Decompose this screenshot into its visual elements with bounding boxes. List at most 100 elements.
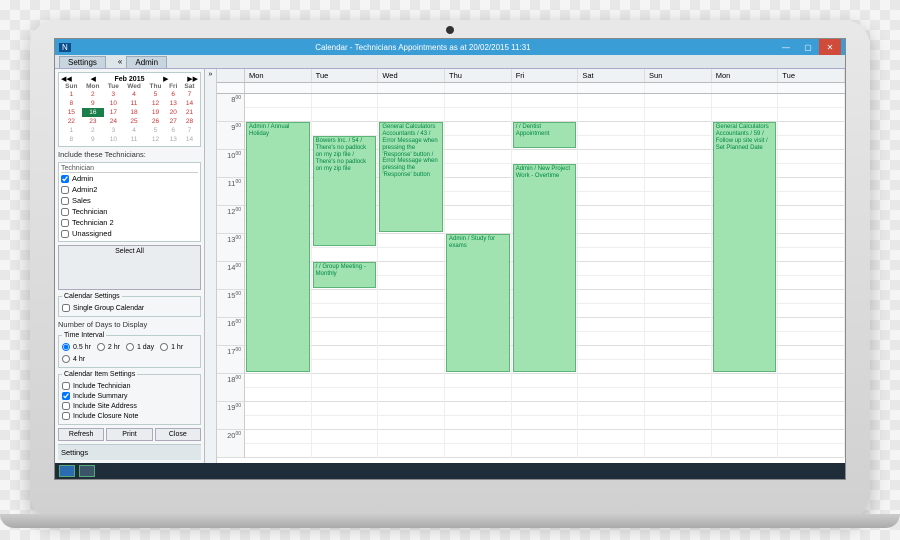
technician-checkbox[interactable]: Technician 2 [61, 217, 198, 228]
mini-cal-day[interactable]: 9 [82, 99, 104, 108]
mini-cal-day[interactable]: 10 [104, 135, 123, 144]
cal-first-icon[interactable]: ◀◀ [61, 75, 72, 83]
mini-cal-day[interactable]: 8 [61, 99, 82, 108]
item-setting-checkbox[interactable]: Include Closure Note [62, 411, 197, 421]
mini-cal-day[interactable]: 3 [104, 126, 123, 135]
cal-prev-icon[interactable]: ◀ [90, 75, 95, 83]
mini-cal-grid[interactable]: SunMonTueWedThuFriSat1234567891011121314… [61, 83, 198, 144]
taskbar[interactable] [55, 463, 845, 479]
refresh-button[interactable]: Refresh [58, 428, 104, 441]
time-interval-radio[interactable]: 2 hr [97, 342, 120, 352]
mini-cal-day[interactable]: 11 [123, 99, 146, 108]
allday-cell[interactable] [712, 83, 779, 93]
start-button[interactable] [59, 465, 75, 477]
allday-cell[interactable] [312, 83, 379, 93]
mini-cal-day[interactable]: 2 [82, 90, 104, 99]
collapse-icon[interactable]: « [114, 57, 126, 66]
allday-cell[interactable] [645, 83, 712, 93]
allday-cell[interactable] [245, 83, 312, 93]
mini-cal-day[interactable]: 8 [61, 135, 82, 144]
window-maximize-button[interactable]: ▢ [797, 39, 819, 55]
mini-cal-day[interactable]: 21 [181, 108, 198, 117]
settings-tab[interactable]: Settings [59, 56, 106, 68]
day-column[interactable] [645, 94, 712, 458]
mini-cal-day[interactable]: 5 [145, 90, 165, 99]
day-column[interactable]: Bowers Inc. / 54 / There's no padlock on… [312, 94, 379, 458]
technician-checkbox[interactable]: Sales [61, 195, 198, 206]
calendar-event[interactable]: Admin / New Project Work - Overtime [513, 164, 577, 372]
mini-cal-day[interactable]: 15 [61, 108, 82, 117]
item-setting-checkbox[interactable]: Include Summary [62, 391, 197, 401]
time-interval-radio[interactable]: 1 hr [160, 342, 183, 352]
cal-last-icon[interactable]: ▶▶ [187, 75, 198, 83]
item-setting-checkbox[interactable]: Include Technician [62, 381, 197, 391]
expand-days-icon[interactable]: » [205, 69, 216, 80]
mini-cal-day[interactable]: 19 [145, 108, 165, 117]
day-column[interactable]: Admin / Study for exams [445, 94, 512, 458]
mini-cal-day[interactable]: 7 [181, 90, 198, 99]
technician-checkbox[interactable]: Technician [61, 206, 198, 217]
mini-cal-day[interactable]: 12 [145, 99, 165, 108]
mini-cal-day[interactable]: 12 [145, 135, 165, 144]
mini-cal-day[interactable]: 17 [104, 108, 123, 117]
select-all-button[interactable]: Select All [58, 245, 201, 290]
admin-tab[interactable]: Admin [126, 56, 167, 68]
mini-cal-day[interactable]: 1 [61, 126, 82, 135]
close-button[interactable]: Close [155, 428, 201, 441]
mini-cal-day[interactable]: 13 [165, 135, 181, 144]
mini-cal-day[interactable]: 24 [104, 117, 123, 126]
day-column[interactable]: General Calculators Accountants / 43 / E… [378, 94, 445, 458]
mini-cal-day[interactable]: 9 [82, 135, 104, 144]
mini-cal-day[interactable]: 7 [181, 126, 198, 135]
day-column[interactable]: / / Dentist Appointment Admin / New Proje… [512, 94, 579, 458]
time-interval-radio[interactable]: 0.5 hr [62, 342, 91, 352]
mini-cal-day[interactable]: 1 [61, 90, 82, 99]
mini-cal-day[interactable]: 3 [104, 90, 123, 99]
mini-cal-day[interactable]: 22 [61, 117, 82, 126]
mini-cal-day[interactable]: 26 [145, 117, 165, 126]
mini-cal-day[interactable]: 16 [82, 108, 104, 117]
mini-cal-day[interactable]: 20 [165, 108, 181, 117]
calendar-event[interactable]: Bowers Inc. / 54 / There's no padlock on… [313, 136, 377, 246]
mini-cal-day[interactable]: 23 [82, 117, 104, 126]
technician-checkbox[interactable]: Unassigned [61, 228, 198, 239]
allday-cell[interactable] [578, 83, 645, 93]
mini-cal-day[interactable]: 10 [104, 99, 123, 108]
technician-checkbox[interactable]: Admin2 [61, 184, 198, 195]
mini-cal-day[interactable]: 5 [145, 126, 165, 135]
mini-cal-day[interactable]: 6 [165, 126, 181, 135]
item-setting-checkbox[interactable]: Include Site Address [62, 401, 197, 411]
single-group-checkbox[interactable]: Single Group Calendar [62, 303, 197, 313]
mini-cal-day[interactable]: 4 [123, 126, 146, 135]
mini-cal-day[interactable]: 4 [123, 90, 146, 99]
mini-calendar[interactable]: ◀◀ ◀ Feb 2015 ▶ ▶▶ SunMonTueWedThuFriSat… [58, 72, 201, 147]
allday-cell[interactable] [512, 83, 579, 93]
mini-cal-day[interactable]: 27 [165, 117, 181, 126]
mini-cal-day[interactable]: 28 [181, 117, 198, 126]
calendar-event[interactable]: General Calculators Accountants / 59 / F… [713, 122, 777, 372]
mini-cal-day[interactable]: 14 [181, 135, 198, 144]
calendar-event[interactable]: / / Group Meeting - Monthly [313, 262, 377, 288]
day-column[interactable] [778, 94, 845, 458]
day-column[interactable]: Admin / Annual Holiday [245, 94, 312, 458]
mini-cal-day[interactable]: 11 [123, 135, 146, 144]
cal-next-icon[interactable]: ▶ [163, 75, 168, 83]
mini-cal-day[interactable]: 2 [82, 126, 104, 135]
print-button[interactable]: Print [106, 428, 152, 441]
calendar-event[interactable]: / / Dentist Appointment [513, 122, 577, 148]
mini-cal-day[interactable]: 13 [165, 99, 181, 108]
window-minimize-button[interactable]: — [775, 39, 797, 55]
allday-cell[interactable] [378, 83, 445, 93]
time-interval-radio[interactable]: 4 hr [62, 354, 85, 364]
settings-footer-label[interactable]: Settings [58, 444, 201, 460]
allday-cell[interactable] [445, 83, 512, 93]
technician-checkbox[interactable]: Admin [61, 173, 198, 184]
day-column[interactable] [578, 94, 645, 458]
time-interval-radio[interactable]: 1 day [126, 342, 154, 352]
mini-cal-day[interactable]: 6 [165, 90, 181, 99]
mini-cal-day[interactable]: 18 [123, 108, 146, 117]
mini-cal-day[interactable]: 25 [123, 117, 146, 126]
calendar-event[interactable]: General Calculators Accountants / 43 / E… [379, 122, 443, 232]
allday-cell[interactable] [778, 83, 845, 93]
calendar-view[interactable]: MonTueWedThuFriSatSunMonTue 800900100011… [217, 69, 845, 463]
